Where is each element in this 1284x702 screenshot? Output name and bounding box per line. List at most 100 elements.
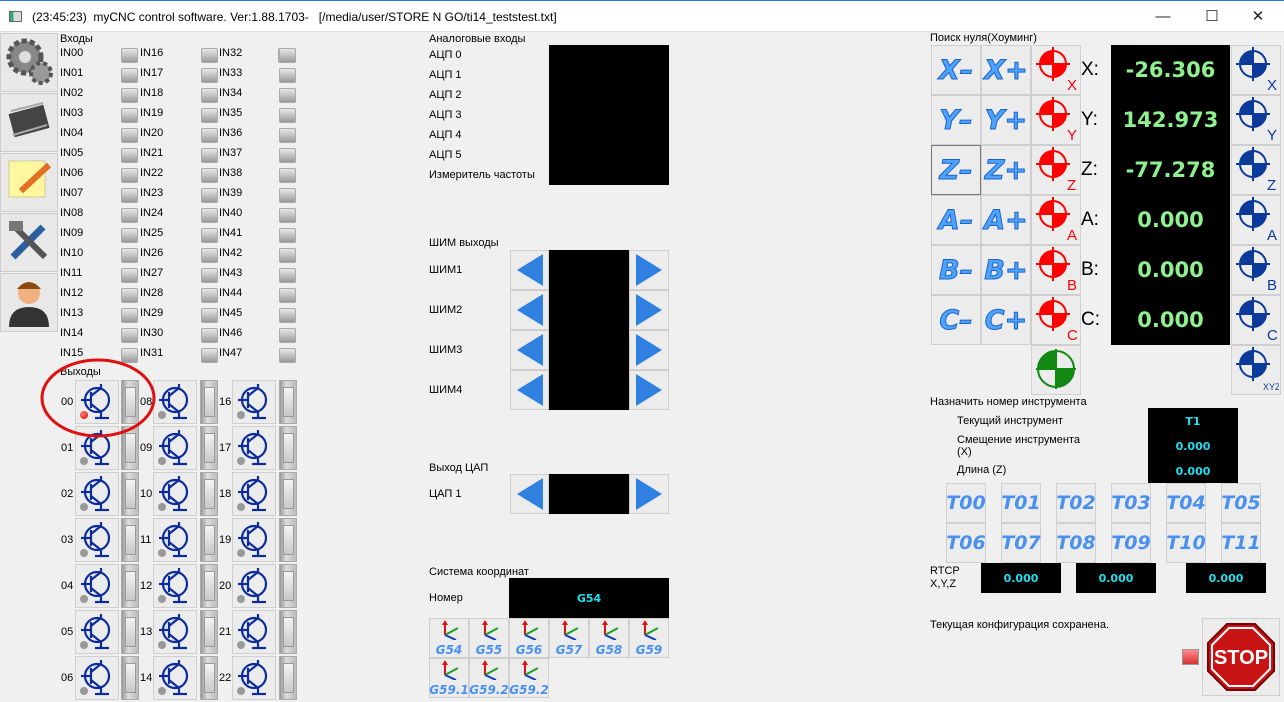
output-toggle-button[interactable] bbox=[75, 518, 119, 562]
coord-G59-1-button[interactable]: G59.1 bbox=[429, 658, 469, 698]
jog-y-plus-button[interactable]: Y+ bbox=[981, 95, 1031, 145]
tool-t07-button[interactable]: T07 bbox=[1001, 523, 1041, 563]
pwm4-decrease-button[interactable] bbox=[510, 370, 549, 410]
jog-c-plus-button[interactable]: C+ bbox=[981, 295, 1031, 345]
coord-G56-button[interactable]: G56 bbox=[509, 618, 549, 658]
output-switch[interactable] bbox=[121, 518, 139, 562]
output-switch[interactable] bbox=[279, 656, 297, 700]
tool-t03-button[interactable]: T03 bbox=[1111, 483, 1151, 523]
close-button[interactable]: ✕ bbox=[1243, 7, 1273, 27]
jog-y-minus-button[interactable]: Y– bbox=[931, 95, 981, 145]
output-toggle-button[interactable] bbox=[232, 426, 276, 470]
output-switch[interactable] bbox=[200, 426, 218, 470]
coord-G59-2-button[interactable]: G59.2 bbox=[509, 658, 549, 698]
output-switch[interactable] bbox=[121, 380, 139, 424]
output-switch[interactable] bbox=[121, 426, 139, 470]
output-toggle-button[interactable] bbox=[232, 380, 276, 424]
pwm2-increase-button[interactable] bbox=[629, 290, 669, 330]
output-toggle-button[interactable] bbox=[75, 610, 119, 654]
output-toggle-button[interactable] bbox=[232, 472, 276, 516]
coord-G55-button[interactable]: G55 bbox=[469, 618, 509, 658]
zero-a-button[interactable]: A bbox=[1231, 195, 1281, 245]
tool-t06-button[interactable]: T06 bbox=[946, 523, 986, 563]
output-toggle-button[interactable] bbox=[75, 564, 119, 608]
output-toggle-button[interactable] bbox=[153, 518, 197, 562]
output-toggle-button[interactable] bbox=[232, 518, 276, 562]
output-toggle-button[interactable] bbox=[153, 472, 197, 516]
home-b-button[interactable]: B bbox=[1031, 245, 1081, 295]
jog-x-plus-button[interactable]: X+ bbox=[981, 45, 1031, 95]
coord-G54-button[interactable]: G54 bbox=[429, 618, 469, 658]
coord-G59-2-button[interactable]: G59.2 bbox=[469, 658, 509, 698]
output-toggle-button[interactable] bbox=[153, 656, 197, 700]
output-toggle-button[interactable] bbox=[153, 564, 197, 608]
home-a-button[interactable]: A bbox=[1031, 195, 1081, 245]
output-toggle-button[interactable] bbox=[75, 472, 119, 516]
dac1-increase-button[interactable] bbox=[629, 474, 669, 514]
tool-t09-button[interactable]: T09 bbox=[1111, 523, 1151, 563]
home-y-button[interactable]: Y bbox=[1031, 95, 1081, 145]
output-switch[interactable] bbox=[279, 610, 297, 654]
zero-y-button[interactable]: Y bbox=[1231, 95, 1281, 145]
coord-G59-button[interactable]: G59 bbox=[629, 618, 669, 658]
output-switch[interactable] bbox=[121, 610, 139, 654]
output-toggle-button[interactable] bbox=[153, 610, 197, 654]
sidebar-button-5[interactable] bbox=[0, 273, 58, 332]
tool-t08-button[interactable]: T08 bbox=[1056, 523, 1096, 563]
output-toggle-button[interactable] bbox=[75, 380, 119, 424]
tool-t04-button[interactable]: T04 bbox=[1166, 483, 1206, 523]
tool-t05-button[interactable]: T05 bbox=[1221, 483, 1261, 523]
jog-a-plus-button[interactable]: A+ bbox=[981, 195, 1031, 245]
output-switch[interactable] bbox=[121, 564, 139, 608]
output-toggle-button[interactable] bbox=[153, 380, 197, 424]
dac1-decrease-button[interactable] bbox=[510, 474, 549, 514]
pwm3-increase-button[interactable] bbox=[629, 330, 669, 370]
output-switch[interactable] bbox=[200, 564, 218, 608]
output-switch[interactable] bbox=[200, 380, 218, 424]
output-switch[interactable] bbox=[279, 564, 297, 608]
pwm3-decrease-button[interactable] bbox=[510, 330, 549, 370]
jog-z-minus-button[interactable]: Z– bbox=[931, 145, 981, 195]
tool-t02-button[interactable]: T02 bbox=[1056, 483, 1096, 523]
output-toggle-button[interactable] bbox=[232, 656, 276, 700]
jog-z-plus-button[interactable]: Z+ bbox=[981, 145, 1031, 195]
tool-t10-button[interactable]: T10 bbox=[1166, 523, 1206, 563]
coord-G57-button[interactable]: G57 bbox=[549, 618, 589, 658]
jog-x-minus-button[interactable]: X– bbox=[931, 45, 981, 95]
tool-t01-button[interactable]: T01 bbox=[1001, 483, 1041, 523]
output-toggle-button[interactable] bbox=[75, 656, 119, 700]
output-switch[interactable] bbox=[279, 426, 297, 470]
output-toggle-button[interactable] bbox=[232, 564, 276, 608]
jog-b-plus-button[interactable]: B+ bbox=[981, 245, 1031, 295]
pwm1-increase-button[interactable] bbox=[629, 250, 669, 290]
tool-t11-button[interactable]: T11 bbox=[1221, 523, 1261, 563]
jog-c-minus-button[interactable]: C– bbox=[931, 295, 981, 345]
tool-t00-button[interactable]: T00 bbox=[946, 483, 986, 523]
pwm4-increase-button[interactable] bbox=[629, 370, 669, 410]
sidebar-button-2[interactable] bbox=[0, 93, 58, 152]
zero-all-button[interactable]: XYZ bbox=[1231, 345, 1281, 395]
zero-z-button[interactable]: Z bbox=[1231, 145, 1281, 195]
output-switch[interactable] bbox=[200, 518, 218, 562]
jog-a-minus-button[interactable]: A– bbox=[931, 195, 981, 245]
output-switch[interactable] bbox=[279, 518, 297, 562]
home-c-button[interactable]: C bbox=[1031, 295, 1081, 345]
zero-c-button[interactable]: C bbox=[1231, 295, 1281, 345]
output-switch[interactable] bbox=[279, 472, 297, 516]
sidebar-button-1[interactable] bbox=[0, 33, 58, 92]
output-toggle-button[interactable] bbox=[153, 426, 197, 470]
output-switch[interactable] bbox=[121, 472, 139, 516]
coord-G58-button[interactable]: G58 bbox=[589, 618, 629, 658]
sidebar-button-3[interactable] bbox=[0, 153, 58, 212]
pwm1-decrease-button[interactable] bbox=[510, 250, 549, 290]
pwm2-decrease-button[interactable] bbox=[510, 290, 549, 330]
output-switch[interactable] bbox=[200, 656, 218, 700]
sidebar-button-4[interactable] bbox=[0, 213, 58, 272]
output-switch[interactable] bbox=[121, 656, 139, 700]
stop-button[interactable]: STOP bbox=[1202, 618, 1280, 696]
home-all-button[interactable] bbox=[1031, 345, 1081, 395]
zero-x-button[interactable]: X bbox=[1231, 45, 1281, 95]
output-switch[interactable] bbox=[200, 610, 218, 654]
home-z-button[interactable]: Z bbox=[1031, 145, 1081, 195]
zero-b-button[interactable]: B bbox=[1231, 245, 1281, 295]
